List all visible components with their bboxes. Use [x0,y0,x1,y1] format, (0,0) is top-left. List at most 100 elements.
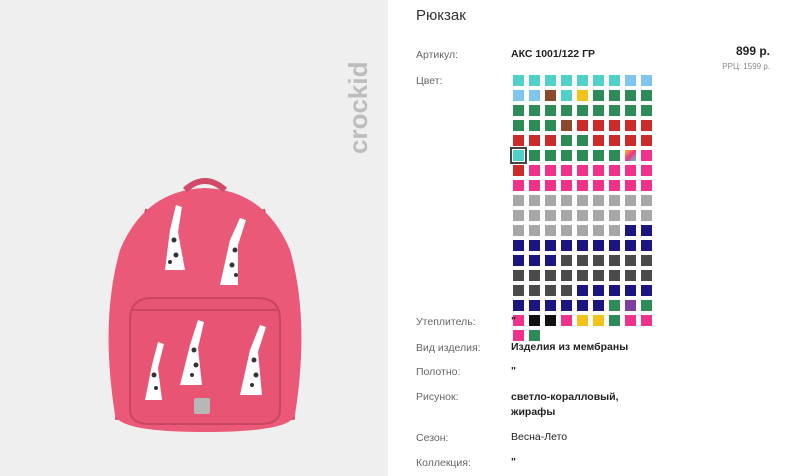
color-swatch[interactable] [641,75,652,86]
color-swatch[interactable] [513,105,524,116]
color-swatch[interactable] [641,180,652,191]
color-swatch[interactable] [641,165,652,176]
color-swatch[interactable] [529,105,540,116]
color-swatch[interactable] [577,150,588,161]
color-swatch[interactable] [577,90,588,101]
color-swatch[interactable] [545,300,556,311]
color-swatch[interactable] [561,195,572,206]
color-swatch[interactable] [593,240,604,251]
color-swatch[interactable] [577,285,588,296]
product-photo[interactable]: crockid [0,0,388,476]
color-swatch[interactable] [593,75,604,86]
color-swatch[interactable] [577,120,588,131]
color-swatch[interactable] [593,315,604,326]
color-swatch[interactable] [561,150,572,161]
color-swatch[interactable] [593,150,604,161]
color-swatch[interactable] [609,240,620,251]
color-swatch[interactable] [545,150,556,161]
color-swatch[interactable] [593,255,604,266]
color-swatch[interactable] [641,285,652,296]
color-swatch[interactable] [529,135,540,146]
color-swatch[interactable] [545,195,556,206]
color-swatch[interactable] [641,315,652,326]
color-swatch[interactable] [561,120,572,131]
color-swatch[interactable] [577,255,588,266]
color-swatch[interactable] [513,195,524,206]
color-swatch[interactable] [529,225,540,236]
color-swatch[interactable] [561,105,572,116]
color-swatch[interactable] [561,210,572,221]
color-swatch[interactable] [513,255,524,266]
color-swatch[interactable] [609,135,620,146]
color-swatch[interactable] [577,270,588,281]
color-swatch[interactable] [577,315,588,326]
color-swatch[interactable] [529,270,540,281]
color-swatch[interactable] [609,300,620,311]
color-swatch[interactable] [513,285,524,296]
color-swatch[interactable] [609,225,620,236]
color-swatch[interactable] [513,180,524,191]
color-swatch[interactable] [625,225,636,236]
color-swatch[interactable] [609,270,620,281]
color-swatch[interactable] [609,210,620,221]
color-swatch[interactable] [609,120,620,131]
color-swatch[interactable] [609,285,620,296]
color-swatch[interactable] [609,150,620,161]
color-swatch[interactable] [529,315,540,326]
color-swatch[interactable] [625,150,636,161]
color-swatch[interactable] [577,135,588,146]
color-swatch[interactable] [625,135,636,146]
color-swatch[interactable] [577,165,588,176]
color-swatch[interactable] [529,75,540,86]
color-swatch[interactable] [545,135,556,146]
color-swatch[interactable] [641,300,652,311]
color-swatch[interactable] [513,240,524,251]
color-swatch[interactable] [513,75,524,86]
color-swatch[interactable] [513,210,524,221]
color-swatch[interactable] [593,195,604,206]
color-swatch[interactable] [529,240,540,251]
color-swatch[interactable] [641,255,652,266]
color-swatch[interactable] [625,75,636,86]
color-swatch[interactable] [625,180,636,191]
color-swatch[interactable] [593,225,604,236]
color-swatch[interactable] [641,195,652,206]
color-swatch[interactable] [529,90,540,101]
color-swatch[interactable] [529,300,540,311]
color-swatch[interactable] [641,150,652,161]
color-swatch[interactable] [641,270,652,281]
color-swatch[interactable] [577,105,588,116]
color-swatch[interactable] [529,195,540,206]
color-swatch[interactable] [609,90,620,101]
color-swatch[interactable] [561,285,572,296]
color-swatch[interactable] [510,147,527,164]
color-swatch[interactable] [561,165,572,176]
color-swatch[interactable] [545,210,556,221]
color-swatch[interactable] [593,90,604,101]
color-swatch[interactable] [561,270,572,281]
color-swatch[interactable] [561,90,572,101]
color-swatch[interactable] [561,75,572,86]
color-swatch[interactable] [545,285,556,296]
color-swatch[interactable] [625,270,636,281]
color-swatch[interactable] [561,135,572,146]
color-swatch[interactable] [625,120,636,131]
color-swatch[interactable] [577,195,588,206]
color-swatch[interactable] [593,120,604,131]
color-swatch[interactable] [609,255,620,266]
color-swatch[interactable] [625,285,636,296]
color-swatch[interactable] [609,315,620,326]
color-swatch[interactable] [545,240,556,251]
color-swatch[interactable] [545,225,556,236]
color-swatch[interactable] [641,105,652,116]
color-swatch[interactable] [513,120,524,131]
color-swatch[interactable] [577,240,588,251]
color-swatch[interactable] [513,165,524,176]
color-swatch[interactable] [625,315,636,326]
color-swatch[interactable] [641,225,652,236]
color-swatch[interactable] [561,225,572,236]
color-swatch[interactable] [561,180,572,191]
color-swatch[interactable] [593,270,604,281]
color-swatch[interactable] [545,255,556,266]
color-swatch[interactable] [513,300,524,311]
